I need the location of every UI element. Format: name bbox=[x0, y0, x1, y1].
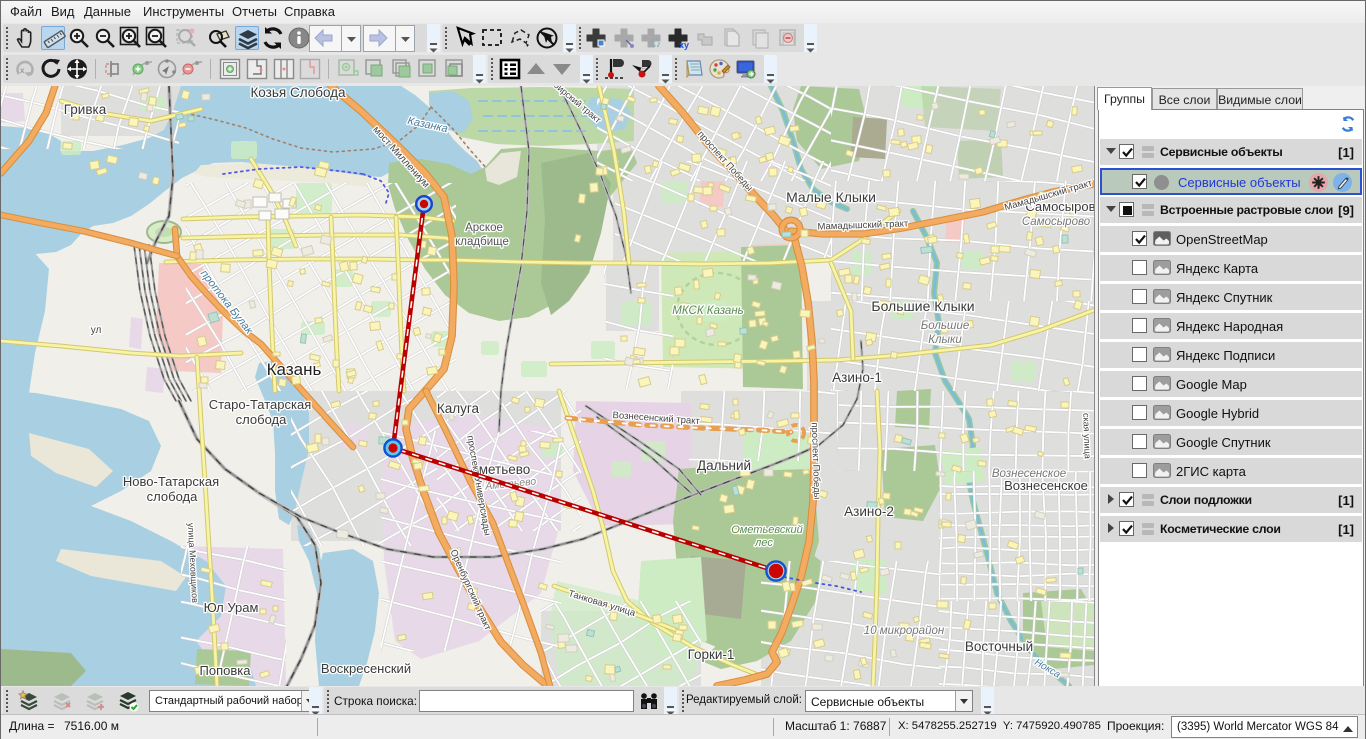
svg-text:МКСК Казань: МКСК Казань bbox=[672, 305, 743, 317]
svg-text:Казань: Казань bbox=[267, 360, 322, 379]
svg-text:слобода: слобода bbox=[236, 412, 287, 427]
svg-text:Самосырово: Самосырово bbox=[1022, 216, 1091, 228]
svg-text:Ометьевский: Ометьевский bbox=[731, 524, 803, 536]
svg-text:Азино-2: Азино-2 bbox=[844, 504, 894, 519]
svg-text:слобода: слобода bbox=[147, 489, 198, 504]
svg-text:Клыки: Клыки bbox=[928, 334, 962, 346]
svg-text:Калуга: Калуга bbox=[437, 401, 480, 416]
svg-text:кладбище: кладбище bbox=[455, 236, 509, 248]
svg-text:Восточный: Восточный bbox=[965, 639, 1033, 654]
svg-text:ская улица: ская улица bbox=[1081, 413, 1093, 459]
svg-text:Гривка: Гривка bbox=[64, 102, 107, 117]
svg-text:лес: лес bbox=[754, 537, 773, 549]
svg-text:Горки-1: Горки-1 bbox=[688, 647, 735, 662]
svg-text:Вознесенское: Вознесенское bbox=[1004, 478, 1088, 493]
svg-text:Старо-Татарская: Старо-Татарская bbox=[209, 397, 312, 412]
svg-text:10 микрорайон: 10 микрорайон bbox=[864, 625, 945, 637]
svg-text:Большие: Большие bbox=[921, 320, 970, 332]
svg-text:Ново-Татарская: Ново-Татарская bbox=[123, 474, 219, 489]
svg-text:Арское: Арское bbox=[465, 222, 503, 234]
svg-text:Юл Урам: Юл Урам bbox=[204, 600, 259, 615]
svg-text:Азино-1: Азино-1 bbox=[832, 370, 882, 385]
svg-text:Воскресенский: Воскресенский bbox=[321, 661, 411, 676]
svg-text:Поповка: Поповка bbox=[200, 663, 252, 678]
svg-text:Большие Клыки: Большие Клыки bbox=[871, 298, 974, 314]
svg-text:Дальний: Дальний bbox=[697, 458, 751, 473]
svg-text:Малые Клыки: Малые Клыки bbox=[786, 189, 876, 205]
svg-text:x: x bbox=[20, 66, 25, 75]
svg-text:ул: ул bbox=[91, 325, 102, 336]
svg-text:Козья Слобода: Козья Слобода bbox=[250, 86, 346, 100]
svg-text:xy: xy bbox=[679, 40, 689, 50]
